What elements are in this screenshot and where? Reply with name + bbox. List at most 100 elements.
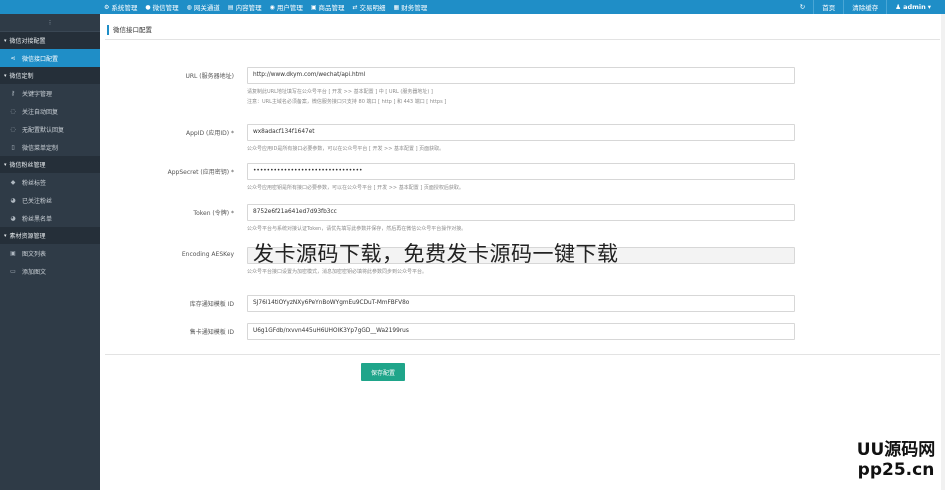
sidebar-item-label: 微信接口配置	[22, 55, 59, 63]
sidebar-item-label: 微信菜单定制	[22, 144, 59, 152]
sidebar-group[interactable]: ▾ 微信定制	[0, 67, 100, 84]
sidebar-item-label: 无配置默认回复	[22, 126, 65, 134]
field-label: Encoding AESKey	[181, 251, 234, 258]
nav-item-4[interactable]: ◉ 用户管理	[266, 0, 307, 14]
nav-item-7[interactable]: ▦ 财务管理	[390, 0, 432, 14]
exchange-icon: ⇄	[352, 3, 358, 11]
sidebar-item[interactable]: ◕ 粉丝黑名单	[0, 209, 100, 227]
logo-line-1: UU源码网	[856, 440, 936, 460]
sidebar-group-label: 素材资源管理	[9, 233, 46, 240]
user-name: admin	[903, 3, 926, 11]
nav-item-label: 财务管理	[401, 4, 428, 12]
help-text: 公众号应用ID是所有接口必要参数，可以在公众号平台 [ 开发 >> 基本配置 ]…	[247, 146, 445, 152]
globe-icon: ◍	[186, 3, 192, 11]
form-input[interactable]: http://www.dkym.com/wechat/api.html	[247, 67, 795, 84]
nav-item-label: 用户管理	[276, 4, 303, 12]
sidebar-item-label: 粉丝标签	[22, 179, 47, 187]
nav-item-2[interactable]: ◍ 网关通道	[183, 0, 224, 14]
share-icon: ⋖	[10, 54, 16, 62]
sidebar-item-label: 关键字管理	[22, 90, 53, 98]
top-nav-menu: ⚙ 系统管理 ● 微信管理 ◍ 网关通道 ▤ 内容管理 ◉ 用户管理 ▣ 商品管理 ⇄ 交易明细 ▦ 财务管理	[100, 0, 431, 14]
page-title: 微信接口配置	[107, 25, 152, 35]
field-label: 售卡通知模板 ID	[189, 329, 234, 336]
folder-icon: ▭	[10, 267, 16, 275]
nav-item-label: 交易明细	[359, 4, 386, 12]
form-input[interactable]: SJ76l14tiOYyzNXy6PeYnBoWYgmEu9CDuT-MmFBF…	[247, 295, 795, 312]
shop-icon: ▣	[310, 3, 317, 11]
sidebar-item-label: 关注自动回复	[22, 108, 59, 116]
users-icon: ◕	[10, 214, 16, 222]
sidebar-item[interactable]: ◕ 已关注粉丝	[0, 191, 100, 209]
sidebar-group-label: 微信粉丝管理	[9, 162, 46, 169]
comment-icon: ◌	[10, 107, 16, 115]
tag-icon: ◆	[10, 178, 16, 186]
user-menu[interactable]: ♟ admin ▾	[887, 0, 939, 14]
caret-down-icon: ▾	[4, 72, 7, 79]
help-text: 公众号平台接口设置为加密模式，消息加密密钥必填将此参数同步到公众号平台。	[247, 269, 428, 275]
sidebar-item[interactable]: ⋖ 微信接口配置	[0, 49, 100, 67]
watermark-caption: 发卡源码下载，免费发卡源码一键下载	[253, 242, 619, 266]
logo-line-2: pp25.cn	[857, 460, 935, 480]
field-label: AppID (应用ID) *	[186, 130, 234, 137]
sidebar-item-label: 添加图文	[22, 268, 47, 276]
image-icon: ▣	[10, 249, 16, 257]
mobile-icon: ▯	[11, 143, 15, 151]
site-logo: UU源码网 pp25.cn	[852, 440, 940, 480]
nav-item-6[interactable]: ⇄ 交易明细	[348, 0, 389, 14]
field-label: 库存通知模板 ID	[189, 301, 234, 308]
nav-item-5[interactable]: ▣ 商品管理	[307, 0, 349, 14]
nav-item-label: 商品管理	[318, 4, 345, 12]
sidebar-toggle[interactable]: ⁝	[0, 14, 100, 32]
help-text: 公众号应用密钥是所有接口必要参数，可以在公众号平台 [ 开发 >> 基本配置 ]…	[247, 185, 464, 191]
form-input[interactable]: wx8adacf134f1647et	[247, 124, 795, 141]
divider	[105, 354, 940, 355]
form-input[interactable]: U6g1GFdb/rxvvn445uH6UHOIK3Yp7gGD__Wa2199…	[247, 323, 795, 340]
sidebar: ⁝ ▾ 微信对接配置 ⋖ 微信接口配置 ▾ 微信定制 ⚷ 关键字管理 ◌ 关注自动回复 ◌ 无配置默认…	[0, 14, 100, 490]
sidebar-item[interactable]: ◆ 粉丝标签	[0, 173, 100, 191]
caret-down-icon: ▾	[4, 232, 7, 239]
nav-item-0[interactable]: ⚙ 系统管理	[100, 0, 141, 14]
sidebar-item[interactable]: ◌ 关注自动回复	[0, 102, 100, 120]
save-config-button[interactable]: 保存配置	[361, 363, 405, 381]
clear-cache-link[interactable]: 清除缓存	[844, 0, 886, 14]
caret-down-icon: ▾	[4, 37, 7, 44]
sidebar-group[interactable]: ▾ 微信粉丝管理	[0, 156, 100, 173]
users-icon: ◕	[10, 196, 16, 204]
sidebar-group[interactable]: ▾ 素材资源管理	[0, 227, 100, 244]
nav-item-3[interactable]: ▤ 内容管理	[224, 0, 266, 14]
help-text: 请复制此URL地址填写在公众号平台 [ 开发 >> 基本配置 ] 中 [ URL…	[247, 89, 433, 95]
sidebar-group-label: 微信对接配置	[9, 38, 46, 45]
nav-item-label: 微信管理	[152, 4, 179, 12]
sidebar-item[interactable]: ◌ 无配置默认回复	[0, 120, 100, 138]
nav-item-1[interactable]: ● 微信管理	[141, 0, 182, 14]
sidebar-item-label: 已关注粉丝	[22, 197, 53, 205]
document-icon: ▤	[227, 3, 234, 11]
refresh-icon[interactable]: ↻	[792, 0, 813, 14]
comment-icon: ◌	[10, 125, 16, 133]
sidebar-item[interactable]: ▣ 图文列表	[0, 244, 100, 262]
form-input[interactable]: ••••••••••••••••••••••••••••••••	[247, 163, 795, 180]
key-icon: ⚷	[10, 89, 16, 97]
sidebar-item[interactable]: ⚷ 关键字管理	[0, 84, 100, 102]
sidebar-group[interactable]: ▾ 微信对接配置	[0, 32, 100, 49]
sidebar-item[interactable]: ▭ 添加图文	[0, 262, 100, 280]
nav-item-label: 内容管理	[235, 4, 262, 12]
field-label: AppSecret (应用密钥) *	[167, 169, 234, 176]
caret-down-icon: ▾	[4, 161, 7, 168]
top-navbar: ⚙ 系统管理 ● 微信管理 ◍ 网关通道 ▤ 内容管理 ◉ 用户管理 ▣ 商品管理 ⇄ 交易明细 ▦ 财务管理…	[0, 0, 945, 14]
nav-item-label: 系统管理	[111, 4, 138, 12]
help-text: 公众号平台与系统对接认证Token，请优先填写此参数并保存，然后再在微信公众号平…	[247, 226, 467, 232]
sidebar-item[interactable]: ▯ 微信菜单定制	[0, 138, 100, 156]
finance-icon: ▦	[393, 3, 400, 11]
home-link[interactable]: 首页	[814, 0, 843, 14]
sidebar-item-label: 粉丝黑名单	[22, 215, 53, 223]
sidebar-group-label: 微信定制	[9, 73, 34, 80]
form-input[interactable]: 8752e6f21a641ed7d93fb3cc	[247, 204, 795, 221]
gear-icon: ⚙	[104, 3, 110, 11]
nav-item-label: 网关通道	[193, 4, 220, 12]
wechat-icon: ●	[145, 3, 151, 11]
chevron-down-icon: ▾	[927, 3, 931, 11]
scrollbar[interactable]	[941, 14, 945, 490]
top-right-actions: ↻ 首页 清除缓存 ♟ admin ▾	[792, 0, 939, 14]
help-text: 注意：URL主域名必须备案，微信服务接口只支持 80 端口 [ http ] 和…	[247, 99, 447, 105]
